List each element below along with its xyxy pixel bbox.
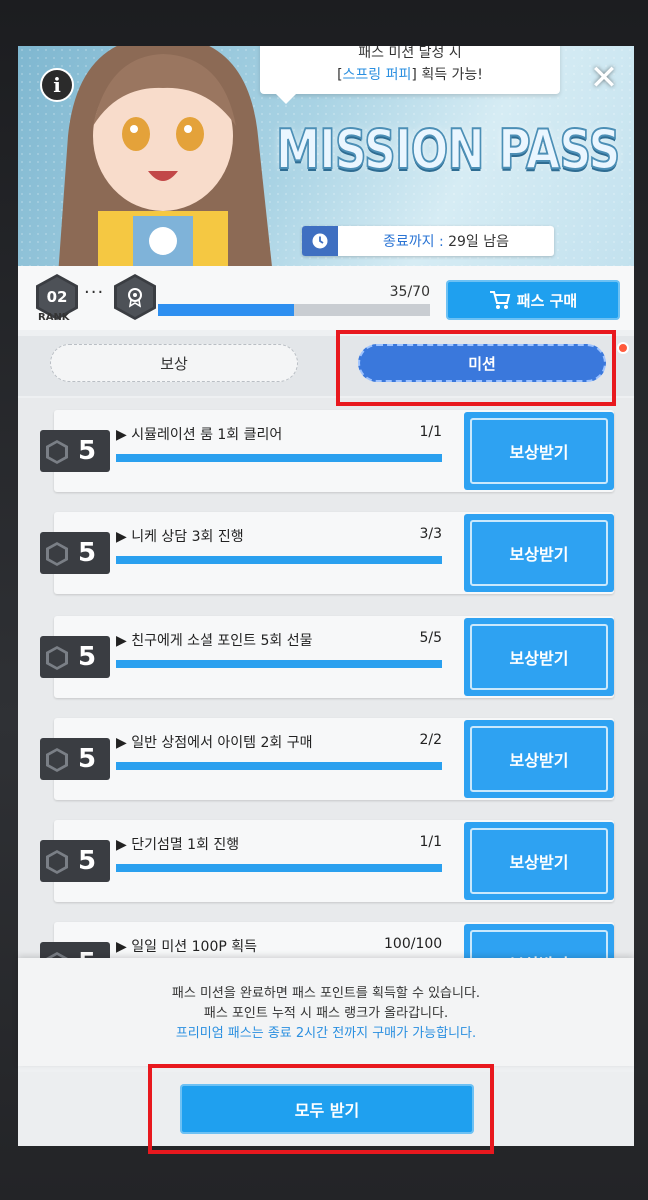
mission-progress-bar bbox=[116, 454, 442, 462]
bubble-line1: 패스 미션 달성 시 bbox=[358, 46, 462, 61]
deadline-badge: 종료까지 : 29일 남음 bbox=[302, 226, 554, 256]
tab-reward[interactable]: 보상 bbox=[50, 344, 298, 382]
mission-count: 1/1 bbox=[419, 424, 442, 440]
rank-dots: ··· bbox=[84, 282, 105, 303]
mission-item: 5 ▶ 일반 상점에서 아이템 2회 구매 2/2 보상받기 bbox=[40, 718, 614, 800]
mission-item: 5 ▶ 시뮬레이션 룸 1회 클리어 1/1 보상받기 bbox=[40, 410, 614, 492]
character-illustration bbox=[58, 46, 272, 266]
bubble-highlight: 스프링 퍼피 bbox=[342, 67, 412, 83]
mission-list[interactable]: 5 ▶ 시뮬레이션 룸 1회 클리어 1/1 보상받기 5 ▶ 니케 상담 3회… bbox=[18, 398, 634, 968]
reward-speech-bubble: 패스 미션 달성 시 [스프링 퍼피] 획득 가능! bbox=[260, 46, 560, 104]
rank-row: 02 RANK ··· 35/70 패스 구매 bbox=[18, 266, 634, 330]
highlight-box-claim-all bbox=[148, 1064, 494, 1154]
pass-point-icon bbox=[46, 440, 68, 464]
rank-progress-fill bbox=[158, 304, 294, 316]
mission-item: 5 ▶ 단기섬멸 1회 진행 1/1 보상받기 bbox=[40, 820, 614, 902]
pass-notice-panel: 패스 미션을 완료하면 패스 포인트를 획득할 수 있습니다. 패스 포인트 누… bbox=[18, 958, 634, 1066]
points-badge: 5 bbox=[40, 532, 110, 574]
mission-title: ▶ 니케 상담 3회 진행 bbox=[116, 529, 244, 545]
mission-title: ▶ 친구에게 소셜 포인트 5회 선물 bbox=[116, 633, 313, 649]
points-badge: 5 bbox=[40, 430, 110, 472]
mission-pass-title: MISSION PASS bbox=[275, 117, 621, 182]
deadline-label: 종료까지 : bbox=[382, 234, 444, 250]
mission-count: 2/2 bbox=[419, 732, 442, 748]
notice-line2: 패스 포인트 누적 시 패스 랭크가 올라갑니다. bbox=[203, 1006, 449, 1021]
mission-title: ▶ 일반 상점에서 아이템 2회 구매 bbox=[116, 735, 313, 751]
mission-count: 100/100 bbox=[384, 936, 443, 952]
mission-title: ▶ 일일 미션 100P 획득 bbox=[116, 939, 258, 955]
points-badge: 5 bbox=[40, 636, 110, 678]
rank-label: RANK bbox=[38, 312, 70, 323]
mission-item: 5 ▶ 친구에게 소셜 포인트 5회 선물 5/5 보상받기 bbox=[40, 616, 614, 698]
mission-progress-bar bbox=[116, 864, 442, 872]
next-rank-badge-icon bbox=[114, 274, 156, 320]
buy-pass-button[interactable]: 패스 구매 bbox=[446, 280, 620, 320]
info-icon[interactable]: i bbox=[40, 68, 74, 102]
points-value: 5 bbox=[78, 538, 97, 568]
pass-point-icon bbox=[46, 748, 68, 772]
bubble-suffix: 획득 가능! bbox=[416, 67, 483, 83]
claim-reward-label: 보상받기 bbox=[470, 418, 608, 484]
notice-line3: 프리미엄 패스는 종료 2시간 전까지 구매가 가능합니다. bbox=[175, 1026, 477, 1041]
mission-progress-bar bbox=[116, 762, 442, 770]
mission-item: 5 ▶ 니케 상담 3회 진행 3/3 보상받기 bbox=[40, 512, 614, 594]
pass-point-icon bbox=[46, 646, 68, 670]
rank-progress-text: 35/70 bbox=[389, 284, 430, 300]
points-value: 5 bbox=[78, 436, 97, 466]
highlight-box-mission-tab bbox=[336, 330, 616, 406]
points-value: 5 bbox=[78, 642, 97, 672]
mission-progress-bar bbox=[116, 556, 442, 564]
points-badge: 5 bbox=[40, 840, 110, 882]
clock-icon bbox=[302, 226, 338, 256]
claim-reward-label: 보상받기 bbox=[470, 828, 608, 894]
notification-dot bbox=[617, 342, 629, 354]
claim-reward-button[interactable]: 보상받기 bbox=[464, 822, 614, 900]
notice-line1: 패스 미션을 완료하면 패스 포인트를 획득할 수 있습니다. bbox=[171, 986, 481, 1001]
deadline-value: 29일 남음 bbox=[443, 234, 510, 250]
points-value: 5 bbox=[78, 744, 97, 774]
points-value: 5 bbox=[78, 846, 97, 876]
cart-icon bbox=[489, 291, 511, 309]
pass-point-icon bbox=[46, 850, 68, 874]
claim-reward-label: 보상받기 bbox=[470, 520, 608, 586]
mission-title: ▶ 단기섬멸 1회 진행 bbox=[116, 837, 240, 853]
mission-pass-modal: i 패스 미션 달성 시 [스프링 퍼피] 획득 가능! ✕ MISSION P… bbox=[18, 46, 634, 1146]
mission-pass-banner: i 패스 미션 달성 시 [스프링 퍼피] 획득 가능! ✕ MISSION P… bbox=[18, 46, 634, 266]
mission-count: 5/5 bbox=[419, 630, 442, 646]
claim-reward-button[interactable]: 보상받기 bbox=[464, 514, 614, 592]
pass-point-icon bbox=[46, 542, 68, 566]
claim-reward-label: 보상받기 bbox=[470, 624, 608, 690]
claim-reward-button[interactable]: 보상받기 bbox=[464, 720, 614, 798]
mission-count: 3/3 bbox=[419, 526, 442, 542]
mission-count: 1/1 bbox=[419, 834, 442, 850]
claim-reward-button[interactable]: 보상받기 bbox=[464, 618, 614, 696]
close-icon[interactable]: ✕ bbox=[586, 60, 622, 96]
points-badge: 5 bbox=[40, 738, 110, 780]
claim-reward-button[interactable]: 보상받기 bbox=[464, 412, 614, 490]
mission-title: ▶ 시뮬레이션 룸 1회 클리어 bbox=[116, 427, 283, 443]
buy-pass-label: 패스 구매 bbox=[516, 291, 578, 310]
current-rank-value: 02 bbox=[39, 277, 75, 317]
mission-progress-bar bbox=[116, 660, 442, 668]
rank-progress-bar bbox=[158, 304, 430, 316]
claim-reward-label: 보상받기 bbox=[470, 726, 608, 792]
